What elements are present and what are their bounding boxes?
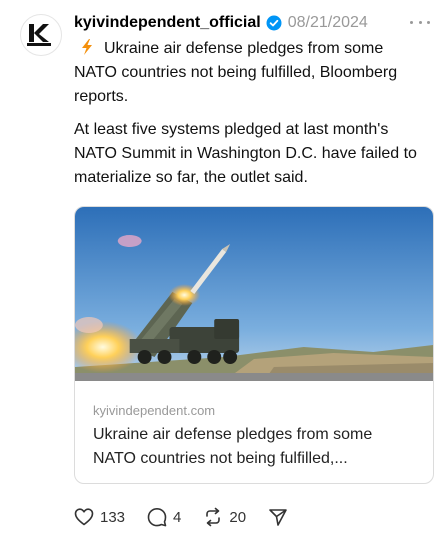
post-date[interactable]: 08/21/2024 [288,14,368,32]
like-count: 133 [100,508,126,526]
repost-count: 20 [229,508,247,526]
like-button[interactable]: 133 [74,507,125,527]
post-text-1: Ukraine air defense pledges from some NA… [74,40,398,105]
comment-count: 4 [173,508,182,526]
more-dots-icon [410,20,413,24]
post-text-paragraph-1: Ukraine air defense pledges from some NA… [74,37,430,109]
action-bar: 133 4 20 [74,505,316,529]
link-preview-card[interactable]: kyivindependent.com Ukraine air defense … [74,206,434,484]
avatar[interactable] [20,14,62,56]
repost-button[interactable]: 20 [203,507,246,527]
lightning-bolt-icon [82,39,92,55]
heart-icon [74,508,94,526]
comment-button[interactable]: 4 [147,507,181,527]
send-icon [269,509,287,526]
card-domain: kyivindependent.com [93,403,216,418]
patriot-missile-launch-image [75,207,433,381]
card-title: Ukraine air defense pledges from some NA… [93,426,373,467]
comment-bubble-icon [147,508,167,527]
share-button[interactable] [268,507,294,527]
kyiv-independent-logo [27,24,51,46]
more-options-button[interactable] [410,12,430,32]
post-text-paragraph-2: At least five systems pledged at last mo… [74,121,417,186]
post-header: kyivindependent_official 08/21/2024 [74,12,430,34]
repost-icon [206,507,221,527]
verified-badge-icon [266,15,282,31]
username[interactable]: kyivindependent_official [74,14,261,32]
